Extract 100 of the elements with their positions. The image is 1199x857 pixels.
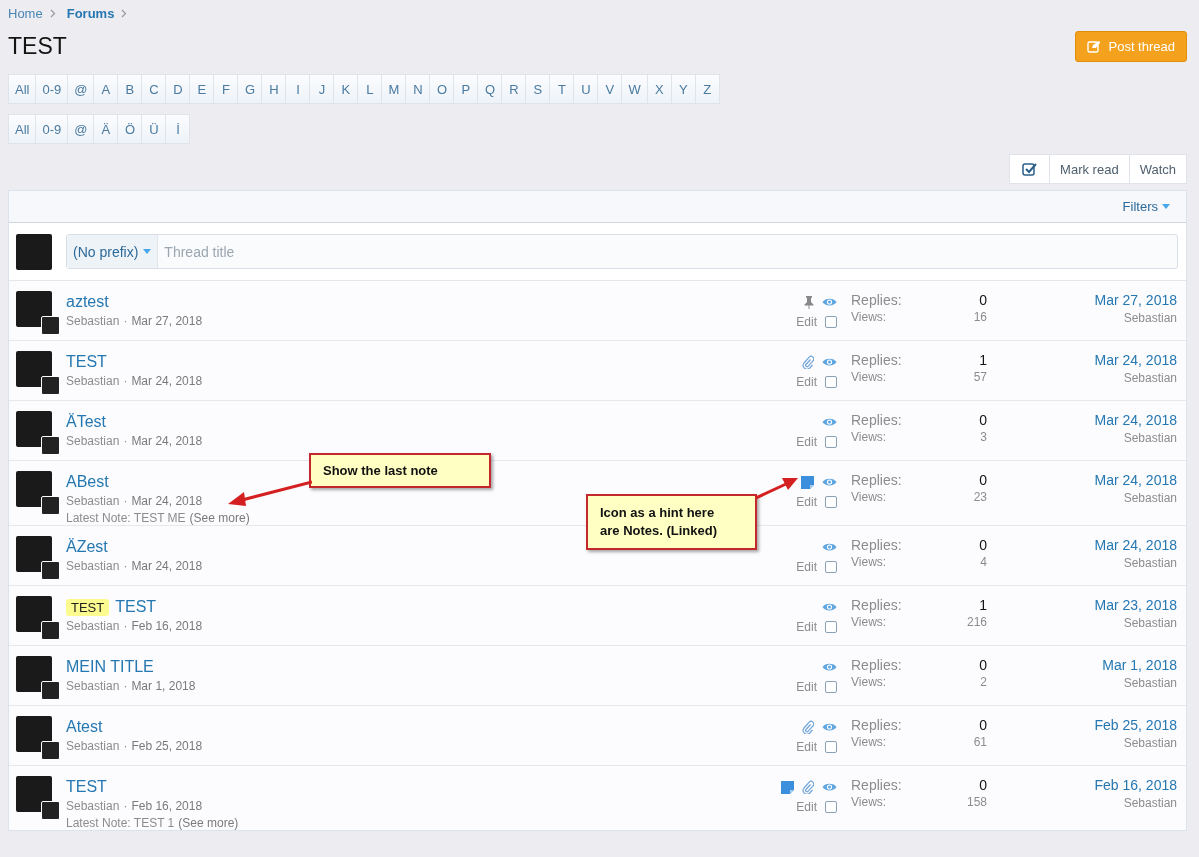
letter-filter-button[interactable]: K <box>333 74 359 104</box>
last-poster-link[interactable]: Sebastian <box>1123 556 1177 570</box>
last-poster-link[interactable]: Sebastian <box>1123 676 1177 690</box>
mark-read-button[interactable]: Mark read <box>1049 154 1130 184</box>
filters-dropdown[interactable]: Filters <box>1116 198 1176 215</box>
author-link[interactable]: Sebastian <box>66 494 120 508</box>
thread-date-link[interactable]: Mar 24, 2018 <box>131 559 203 573</box>
letter-filter-button[interactable]: All <box>8 74 37 104</box>
letter-filter-button[interactable]: P <box>453 74 479 104</box>
letter-filter-button[interactable]: Z <box>694 74 720 104</box>
letter-filter-button[interactable]: J <box>309 74 335 104</box>
select-checkbox[interactable] <box>825 316 837 328</box>
author-link[interactable]: Sebastian <box>66 739 120 753</box>
letter-filter-button[interactable]: M <box>381 74 407 104</box>
author-link[interactable]: Sebastian <box>66 559 120 573</box>
letter-filter-button[interactable]: G <box>237 74 263 104</box>
letter-filter-button[interactable]: Ö <box>117 114 143 144</box>
breadcrumb-link[interactable]: Home <box>8 6 43 21</box>
thread-title-link[interactable]: aztest <box>66 293 109 311</box>
prefix-dropdown[interactable]: (No prefix) <box>67 235 159 268</box>
author-link[interactable]: Sebastian <box>66 434 120 448</box>
letter-filter-button[interactable]: 0-9 <box>35 74 69 104</box>
thread-date-link[interactable]: Mar 1, 2018 <box>131 679 196 693</box>
edit-link[interactable]: Edit <box>796 435 817 449</box>
letter-filter-button[interactable]: 0-9 <box>35 114 69 144</box>
last-poster-link[interactable]: Sebastian <box>1123 371 1177 385</box>
select-checkbox[interactable] <box>825 741 837 753</box>
edit-link[interactable]: Edit <box>796 620 817 634</box>
select-checkbox[interactable] <box>825 681 837 693</box>
letter-filter-button[interactable]: All <box>8 114 37 144</box>
thread-title-link[interactable]: TEST <box>66 778 107 796</box>
letter-filter-button[interactable]: Q <box>477 74 503 104</box>
letter-filter-button[interactable]: H <box>261 74 287 104</box>
letter-filter-button[interactable]: Y <box>670 74 696 104</box>
last-poster-link[interactable]: Sebastian <box>1123 491 1177 505</box>
letter-filter-button[interactable]: A <box>93 74 119 104</box>
thread-title-link[interactable]: Atest <box>66 718 103 736</box>
letter-filter-button[interactable]: R <box>501 74 527 104</box>
last-post-date-link[interactable]: Mar 23, 2018 <box>1094 597 1177 613</box>
edit-link[interactable]: Edit <box>796 495 817 509</box>
note-icon[interactable] <box>781 780 794 794</box>
edit-link[interactable]: Edit <box>796 800 817 814</box>
letter-filter-button[interactable]: V <box>597 74 623 104</box>
thread-title-link[interactable]: TEST <box>115 598 157 616</box>
select-toggle-button[interactable] <box>1009 154 1051 184</box>
thread-title-link[interactable]: ABest <box>66 473 109 491</box>
thread-date-link[interactable]: Feb 25, 2018 <box>131 739 203 753</box>
last-post-date-link[interactable]: Mar 24, 2018 <box>1094 352 1177 368</box>
letter-filter-button[interactable]: I <box>285 74 311 104</box>
last-post-date-link[interactable]: Mar 24, 2018 <box>1094 537 1177 553</box>
letter-filter-button[interactable]: İ <box>165 114 191 144</box>
last-post-date-link[interactable]: Feb 25, 2018 <box>1094 717 1177 733</box>
edit-link[interactable]: Edit <box>796 680 817 694</box>
edit-link[interactable]: Edit <box>796 740 817 754</box>
letter-filter-button[interactable]: @ <box>67 114 95 144</box>
letter-filter-button[interactable]: F <box>213 74 239 104</box>
select-checkbox[interactable] <box>825 561 837 573</box>
last-poster-link[interactable]: Sebastian <box>1123 796 1177 810</box>
thread-date-link[interactable]: Mar 24, 2018 <box>131 434 203 448</box>
thread-date-link[interactable]: Mar 24, 2018 <box>131 374 203 388</box>
letter-filter-button[interactable]: N <box>405 74 431 104</box>
thread-date-link[interactable]: Feb 16, 2018 <box>131 799 203 813</box>
last-post-date-link[interactable]: Mar 1, 2018 <box>1102 657 1177 673</box>
author-link[interactable]: Sebastian <box>66 374 120 388</box>
thread-date-link[interactable]: Mar 24, 2018 <box>131 494 203 508</box>
edit-link[interactable]: Edit <box>796 375 817 389</box>
letter-filter-button[interactable]: E <box>189 74 215 104</box>
last-poster-link[interactable]: Sebastian <box>1123 311 1177 325</box>
last-poster-link[interactable]: Sebastian <box>1123 616 1177 630</box>
select-checkbox[interactable] <box>825 436 837 448</box>
last-post-date-link[interactable]: Feb 16, 2018 <box>1094 777 1177 793</box>
letter-filter-button[interactable]: Ü <box>141 114 167 144</box>
last-post-date-link[interactable]: Mar 27, 2018 <box>1094 292 1177 308</box>
author-link[interactable]: Sebastian <box>66 679 120 693</box>
letter-filter-button[interactable]: Ä <box>93 114 119 144</box>
letter-filter-button[interactable]: X <box>646 74 672 104</box>
thread-title-link[interactable]: ÄZest <box>66 538 108 556</box>
select-checkbox[interactable] <box>825 621 837 633</box>
letter-filter-button[interactable]: O <box>429 74 455 104</box>
see-more-link[interactable]: (See more) <box>178 816 239 830</box>
thread-title-link[interactable]: MEIN TITLE <box>66 658 154 676</box>
last-poster-link[interactable]: Sebastian <box>1123 736 1177 750</box>
select-checkbox[interactable] <box>825 376 837 388</box>
thread-date-link[interactable]: Mar 27, 2018 <box>131 314 203 328</box>
see-more-link[interactable]: (See more) <box>189 511 250 525</box>
edit-link[interactable]: Edit <box>796 560 817 574</box>
letter-filter-button[interactable]: @ <box>67 74 95 104</box>
prefix-label[interactable]: TEST <box>66 598 110 616</box>
thread-title-link[interactable]: TEST <box>66 353 107 371</box>
thread-title-field[interactable]: (No prefix) Thread title <box>66 234 1178 269</box>
letter-filter-button[interactable]: B <box>117 74 143 104</box>
thread-date-link[interactable]: Feb 16, 2018 <box>131 619 203 633</box>
letter-filter-button[interactable]: S <box>525 74 551 104</box>
select-checkbox[interactable] <box>825 496 837 508</box>
thread-title-link[interactable]: ÄTest <box>66 413 106 431</box>
last-post-date-link[interactable]: Mar 24, 2018 <box>1094 472 1177 488</box>
letter-filter-button[interactable]: D <box>165 74 191 104</box>
watch-button[interactable]: Watch <box>1128 154 1187 184</box>
author-link[interactable]: Sebastian <box>66 314 120 328</box>
author-link[interactable]: Sebastian <box>66 619 120 633</box>
